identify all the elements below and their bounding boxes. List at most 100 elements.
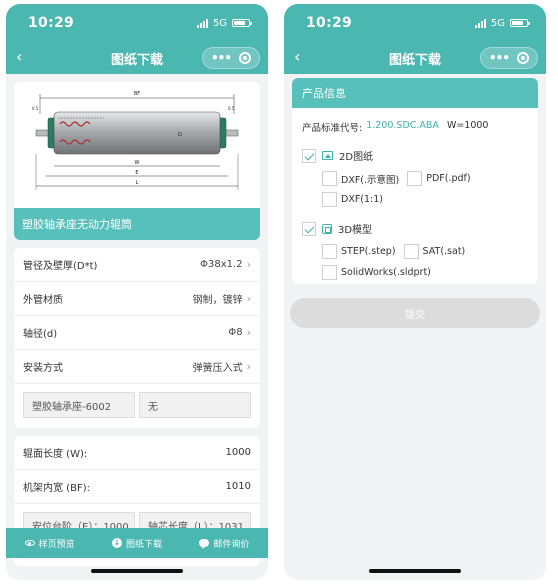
roller-drawing: BF 0.5 0.5 D W E L <box>14 82 260 204</box>
inquiry-button[interactable]: 邮件询价 <box>199 537 249 550</box>
product-card: BF 0.5 0.5 D W E L 塑胶轴承座无动力辊筒 <box>14 82 260 240</box>
top-bar: 10:29 5G ‹ 图纸下载 ••• <box>284 4 546 74</box>
option-label: PDF(.pdf) <box>426 173 471 184</box>
option-label: DXF(.示意图) <box>341 174 400 186</box>
param-label: 安装方式 <box>23 363 63 374</box>
extra-box[interactable]: 无 <box>139 392 251 418</box>
group-2d-header[interactable]: 2D图纸 <box>302 148 528 163</box>
param-list: 管径及壁厚(D*t) Φ38x1.2 › 外管材质 钢制，镀锌 › 轴径(d) Φ8… <box>14 248 260 428</box>
group-2d-checkbox[interactable] <box>302 148 316 163</box>
param-row-material[interactable]: 外管材质 钢制，镀锌 › <box>14 282 260 316</box>
submit-button[interactable]: 提交 <box>290 298 540 328</box>
std-code: 1.200.SDC.ABA <box>366 120 439 131</box>
network-label: 5G <box>490 17 505 29</box>
cube-icon <box>322 223 332 234</box>
eye-icon <box>24 540 35 546</box>
option-label: STEP(.step) <box>341 246 396 257</box>
param-value: Φ38x1.2 <box>200 259 243 270</box>
more-icon[interactable]: ••• <box>489 51 510 65</box>
option-sat[interactable]: SAT(.sat) <box>403 244 465 259</box>
group-3d-checkbox[interactable] <box>302 221 316 236</box>
more-icon[interactable]: ••• <box>211 51 232 65</box>
preview-button[interactable]: 样页预览 <box>24 537 75 550</box>
option-label: SolidWorks(.sldprt) <box>341 267 431 278</box>
signal-icon <box>474 18 486 28</box>
bottom-toolbar: 样页预览 ↓ 图纸下载 邮件询价 <box>6 528 268 558</box>
dim-label: 辊面长度 (W): <box>23 449 88 460</box>
phone-right: 10:29 5G ‹ 图纸下载 ••• 产品信息 产品标准代号: 1.200.S… <box>284 4 546 580</box>
option-solidworks[interactable]: SolidWorks(.sldprt) <box>322 265 431 280</box>
group-2d-options: DXF(.示意图) PDF(.pdf) DXF(1:1) <box>302 171 528 207</box>
checkbox[interactable] <box>322 192 337 207</box>
close-target-icon[interactable] <box>516 52 529 64</box>
status-time: 10:29 <box>306 15 353 31</box>
dim-label: 机架内宽 (BF): <box>23 483 90 494</box>
status-bar: 10:29 5G <box>284 4 546 42</box>
checkbox[interactable] <box>322 265 337 280</box>
network-label: 5G <box>212 17 227 29</box>
chevron-right-icon: › <box>246 292 251 305</box>
option-label: DXF(1:1) <box>341 194 383 205</box>
nav-bar: ‹ 图纸下载 ••• <box>284 42 546 74</box>
bearing-box[interactable]: 塑胶轴承座-6002 <box>23 392 135 418</box>
battery-icon <box>510 19 530 27</box>
param-value: 弹簧压入式 <box>192 363 243 374</box>
preview-label: 样页预览 <box>38 539 75 550</box>
param-value: Φ8 <box>228 327 243 338</box>
standard-code-row: 产品标准代号: 1.200.SDC.ABA W=1000 <box>292 108 538 134</box>
battery-icon <box>232 19 252 27</box>
checkbox[interactable] <box>407 171 423 186</box>
product-info-card: 产品信息 产品标准代号: 1.200.SDC.ABA W=1000 2D图纸 D… <box>292 78 538 284</box>
dim-value: 1000 <box>225 447 251 458</box>
checkbox[interactable] <box>403 244 419 259</box>
status-icons: 5G <box>474 17 530 29</box>
dim-value: 1010 <box>225 481 251 492</box>
nav-bar: ‹ 图纸下载 ••• <box>6 42 268 74</box>
chevron-right-icon: › <box>246 258 251 271</box>
checkbox[interactable] <box>322 171 337 186</box>
group-2d: 2D图纸 DXF(.示意图) PDF(.pdf) DXF(1:1) <box>292 148 538 207</box>
chevron-right-icon: › <box>246 360 251 373</box>
mini-program-capsule: ••• <box>202 47 260 69</box>
back-icon[interactable]: ‹ <box>16 48 22 66</box>
phone-left: 10:29 5G ‹ 图纸下载 ••• BF 0.5 0.5 D W E L 塑… <box>6 4 268 580</box>
param-row-shaft[interactable]: 轴径(d) Φ8 › <box>14 316 260 350</box>
std-label: 产品标准代号: <box>302 123 363 134</box>
back-icon[interactable]: ‹ <box>294 48 300 66</box>
status-time: 10:29 <box>28 15 75 31</box>
dim-e-label: E <box>135 170 138 176</box>
dim-bf-label: BF <box>134 91 140 97</box>
checkbox[interactable] <box>322 244 337 259</box>
dim-right-label: 0.5 <box>228 106 235 111</box>
group-3d-label: 3D模型 <box>338 225 373 236</box>
param-row-pipe[interactable]: 管径及壁厚(D*t) Φ38x1.2 › <box>14 248 260 282</box>
home-indicator <box>91 569 183 573</box>
dim-left-label: 0.5 <box>32 106 39 111</box>
section-title: 产品信息 <box>292 78 538 108</box>
download-label: 图纸下载 <box>125 539 162 550</box>
group-3d: 3D模型 STEP(.step) SAT(.sat) SolidWorks(.s… <box>292 221 538 280</box>
dim-row-bf[interactable]: 机架内宽 (BF): 1010 <box>14 470 260 504</box>
option-dxf-sketch[interactable]: DXF(.示意图) <box>322 171 399 186</box>
inquiry-label: 邮件询价 <box>213 539 250 550</box>
signal-icon <box>196 18 208 28</box>
chevron-right-icon: › <box>246 326 251 339</box>
group-2d-label: 2D图纸 <box>339 152 374 163</box>
dim-row-w[interactable]: 辊面长度 (W): 1000 <box>14 436 260 470</box>
option-pdf[interactable]: PDF(.pdf) <box>407 171 471 186</box>
param-label: 管径及壁厚(D*t) <box>23 261 98 272</box>
std-w: W=1000 <box>446 120 489 131</box>
param-label: 外管材质 <box>23 295 63 306</box>
option-dxf-1to1[interactable]: DXF(1:1) <box>322 192 383 207</box>
option-boxes: 塑胶轴承座-6002 无 <box>14 384 260 428</box>
product-name: 塑胶轴承座无动力辊筒 <box>14 208 260 240</box>
dim-d-label: D <box>178 132 182 138</box>
download-button[interactable]: ↓ 图纸下载 <box>111 537 162 550</box>
chat-icon <box>199 539 210 549</box>
close-target-icon[interactable] <box>238 52 251 64</box>
home-indicator <box>369 569 461 573</box>
param-row-install[interactable]: 安装方式 弹簧压入式 › <box>14 350 260 384</box>
group-3d-header[interactable]: 3D模型 <box>302 221 528 236</box>
option-step[interactable]: STEP(.step) <box>322 244 396 259</box>
mini-program-capsule: ••• <box>480 47 538 69</box>
